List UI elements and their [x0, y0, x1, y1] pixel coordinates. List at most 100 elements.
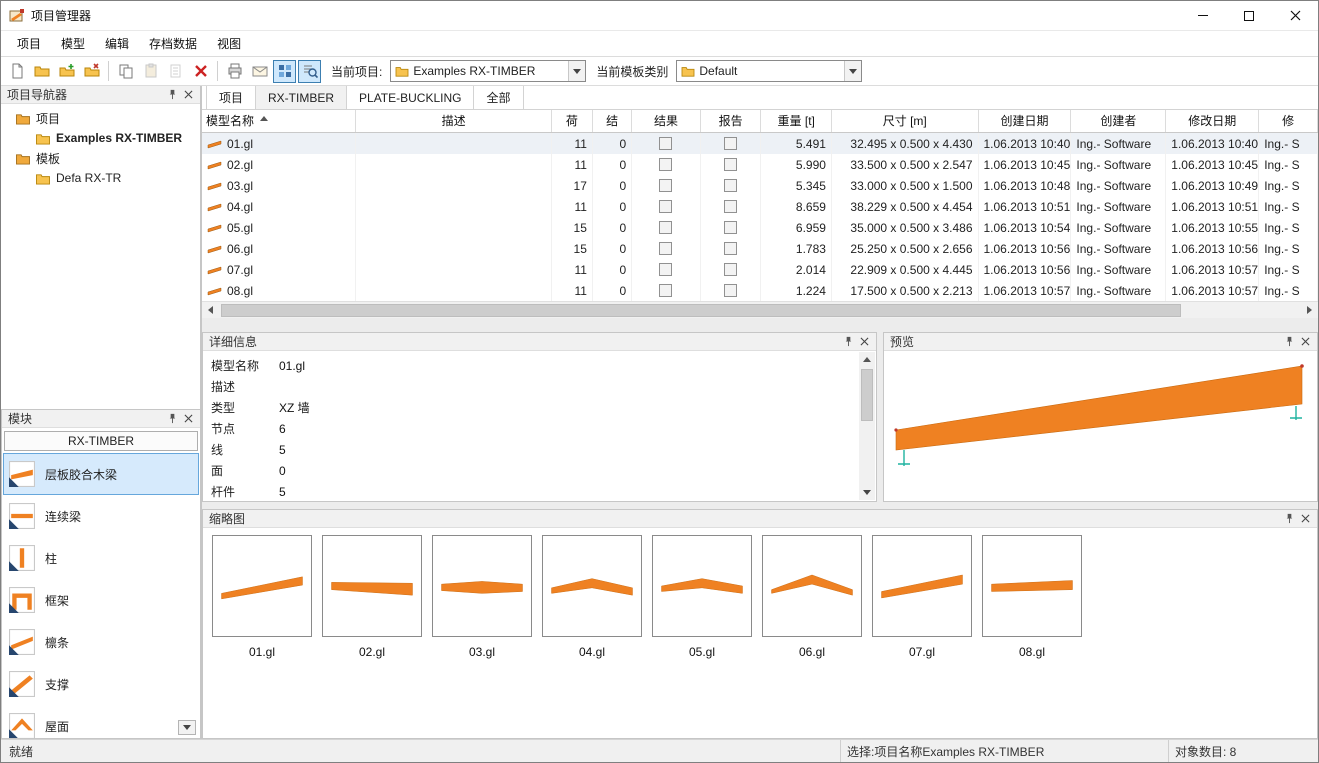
results-checkbox[interactable] [659, 263, 672, 276]
open-folder-button[interactable] [30, 60, 53, 83]
column-header-load-cases[interactable]: 荷 [552, 110, 593, 132]
thumbnail-item[interactable]: 07.gl [872, 535, 972, 659]
menu-item[interactable]: 模型 [51, 32, 95, 56]
preview-body[interactable] [884, 351, 1317, 501]
table-row[interactable]: 06.gl 15 0 1.783 25.250 x 0.500 x 2.656 … [202, 238, 1318, 259]
column-header-results[interactable]: 结果 [632, 110, 701, 132]
preview-toggle[interactable] [298, 60, 321, 83]
thumbnail-item[interactable]: 01.gl [212, 535, 312, 659]
column-header-size[interactable]: 尺寸 [m] [832, 110, 979, 132]
close-panel-icon[interactable] [180, 411, 196, 426]
close-panel-icon[interactable] [1297, 334, 1313, 349]
thumbnail-item[interactable]: 06.gl [762, 535, 862, 659]
report-checkbox[interactable] [724, 179, 737, 192]
close-button[interactable] [1272, 1, 1318, 31]
column-header-weight[interactable]: 重量 [t] [761, 110, 831, 132]
report-checkbox[interactable] [724, 158, 737, 171]
tree-item-projects[interactable]: 项目 [1, 108, 200, 128]
paste-button[interactable] [139, 60, 162, 83]
column-header-report[interactable]: 报告 [701, 110, 762, 132]
menu-item[interactable]: 视图 [207, 32, 251, 56]
archive-folder-button[interactable] [80, 60, 103, 83]
close-panel-icon[interactable] [1297, 511, 1313, 526]
report-checkbox[interactable] [724, 137, 737, 150]
table-row[interactable]: 01.gl 11 0 5.491 32.495 x 0.500 x 4.430 … [202, 133, 1318, 154]
thumbnail-image[interactable] [652, 535, 752, 637]
column-header-model-name[interactable]: 模型名称 [202, 110, 356, 132]
thumbnail-item[interactable]: 03.gl [432, 535, 532, 659]
current-project-dropdown-button[interactable] [568, 61, 585, 81]
maximize-button[interactable] [1226, 1, 1272, 31]
scroll-right-button[interactable] [1301, 302, 1318, 319]
close-panel-icon[interactable] [856, 334, 872, 349]
module-item[interactable]: 支撑 [3, 663, 199, 705]
template-category-dropdown-button[interactable] [844, 61, 861, 81]
column-header-modifier[interactable]: 修 [1259, 110, 1318, 132]
pin-icon[interactable] [1281, 334, 1297, 349]
thumbnail-image[interactable] [872, 535, 972, 637]
tree-item-templates[interactable]: 模板 [1, 148, 200, 168]
module-item[interactable]: 层板胶合木梁 [3, 453, 199, 495]
menu-item[interactable]: 编辑 [95, 32, 139, 56]
project-tab[interactable]: 全部 [474, 86, 523, 109]
thumbnail-item[interactable]: 05.gl [652, 535, 752, 659]
template-category-combobox[interactable]: Default [676, 60, 862, 82]
report-checkbox[interactable] [724, 263, 737, 276]
column-header-description[interactable]: 描述 [356, 110, 551, 132]
thumbnail-image[interactable] [212, 535, 312, 637]
thumbnail-item[interactable]: 02.gl [322, 535, 422, 659]
duplicate-button[interactable] [164, 60, 187, 83]
delete-button[interactable] [189, 60, 212, 83]
results-checkbox[interactable] [659, 200, 672, 213]
thumbnail-item[interactable]: 08.gl [982, 535, 1082, 659]
table-row[interactable]: 03.gl 17 0 5.345 33.000 x 0.500 x 1.500 … [202, 175, 1318, 196]
details-view-toggle[interactable] [273, 60, 296, 83]
scrollbar-thumb[interactable] [861, 369, 873, 421]
menu-item[interactable]: 项目 [7, 32, 51, 56]
tree-item-default[interactable]: Defa RX-TR [1, 168, 200, 188]
project-tab[interactable]: RX-TIMBER [256, 86, 347, 109]
modules-scroll-down-button[interactable] [178, 720, 196, 735]
results-checkbox[interactable] [659, 221, 672, 234]
table-row[interactable]: 08.gl 11 0 1.224 17.500 x 0.500 x 2.213 … [202, 280, 1318, 301]
results-checkbox[interactable] [659, 137, 672, 150]
report-checkbox[interactable] [724, 284, 737, 297]
report-checkbox[interactable] [724, 242, 737, 255]
column-header-modified[interactable]: 修改日期 [1166, 110, 1259, 132]
module-item[interactable]: 檩条 [3, 621, 199, 663]
close-panel-icon[interactable] [180, 87, 196, 102]
scroll-down-button[interactable] [859, 485, 875, 500]
results-checkbox[interactable] [659, 284, 672, 297]
column-header-structures[interactable]: 结 [593, 110, 632, 132]
current-project-combobox[interactable]: Examples RX-TIMBER [390, 60, 586, 82]
scroll-left-button[interactable] [202, 302, 219, 319]
minimize-button[interactable] [1180, 1, 1226, 31]
export-button[interactable] [248, 60, 271, 83]
report-checkbox[interactable] [724, 200, 737, 213]
menu-item[interactable]: 存档数据 [139, 32, 207, 56]
horizontal-scrollbar[interactable] [202, 301, 1318, 318]
module-item[interactable]: 连续梁 [3, 495, 199, 537]
printer-button[interactable] [223, 60, 246, 83]
module-item[interactable]: 框架 [3, 579, 199, 621]
column-header-created[interactable]: 创建日期 [979, 110, 1072, 132]
pin-icon[interactable] [164, 411, 180, 426]
table-row[interactable]: 02.gl 11 0 5.990 33.500 x 0.500 x 2.547 … [202, 154, 1318, 175]
pin-icon[interactable] [840, 334, 856, 349]
project-tab[interactable]: 项目 [206, 86, 256, 109]
column-header-creator[interactable]: 创建者 [1071, 110, 1166, 132]
project-tab[interactable]: PLATE-BUCKLING [347, 86, 474, 109]
report-checkbox[interactable] [724, 221, 737, 234]
thumbnail-item[interactable]: 04.gl [542, 535, 642, 659]
thumbnail-image[interactable] [542, 535, 642, 637]
details-vertical-scrollbar[interactable] [859, 352, 875, 500]
new-folder-button[interactable] [55, 60, 78, 83]
table-row[interactable]: 05.gl 15 0 6.959 35.000 x 0.500 x 3.486 … [202, 217, 1318, 238]
thumbnail-image[interactable] [432, 535, 532, 637]
tree-item-examples-rx-timber[interactable]: Examples RX-TIMBER [1, 128, 200, 148]
thumbnail-image[interactable] [982, 535, 1082, 637]
results-checkbox[interactable] [659, 158, 672, 171]
thumbnail-image[interactable] [762, 535, 862, 637]
table-row[interactable]: 07.gl 11 0 2.014 22.909 x 0.500 x 4.445 … [202, 259, 1318, 280]
thumbnail-image[interactable] [322, 535, 422, 637]
